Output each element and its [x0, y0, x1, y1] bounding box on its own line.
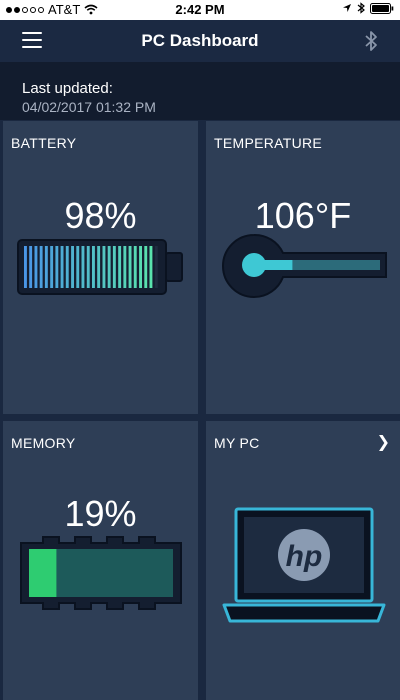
last-updated-value: 04/02/2017 01:32 PM	[22, 99, 156, 115]
battery-bar-segment	[39, 246, 43, 288]
battery-bar-segment	[102, 246, 106, 288]
battery-value: 98%	[64, 195, 137, 236]
battery-bar-segment	[128, 246, 132, 288]
thermometer-gauge-icon	[222, 233, 387, 299]
status-right	[342, 2, 394, 14]
my-pc-label: MY PC	[214, 435, 260, 451]
battery-bar-segment	[24, 246, 27, 288]
temperature-value: 106°F	[254, 195, 352, 236]
battery-bar-segment	[71, 246, 74, 288]
last-updated-panel: Last updated: 04/02/2017 01:32 PM	[0, 62, 400, 120]
hp-logo-text: hp	[286, 540, 323, 573]
battery-bar-segment	[149, 246, 153, 288]
battery-bar-segment	[86, 246, 90, 288]
status-time: 2:42 PM	[175, 2, 225, 17]
battery-gauge-icon	[17, 239, 183, 295]
battery-status-icon	[370, 2, 394, 14]
battery-bar-segment	[60, 246, 64, 288]
location-arrow-icon	[343, 4, 351, 12]
chevron-right-icon[interactable]: ❯	[377, 432, 390, 452]
page-title: PC Dashboard	[141, 31, 259, 50]
battery-bar-segment	[139, 246, 142, 288]
battery-bar-segment	[92, 246, 95, 288]
battery-bar-segment	[44, 246, 48, 288]
battery-bar-segment	[29, 246, 33, 288]
battery-bar-segment	[50, 246, 54, 288]
battery-bar-segment	[55, 246, 59, 288]
my-pc-tile[interactable]: MY PC ❯ hp	[206, 421, 400, 700]
memory-label: MEMORY	[11, 435, 76, 451]
battery-label: BATTERY	[11, 135, 77, 151]
battery-bar-segment	[112, 246, 116, 288]
temperature-tile[interactable]: TEMPERATURE 106°F	[206, 121, 400, 414]
last-updated-label: Last updated:	[22, 80, 113, 97]
battery-bar-segment	[97, 246, 101, 288]
memory-chip-icon	[20, 536, 182, 610]
battery-bar-segment	[144, 246, 148, 288]
battery-tile[interactable]: BATTERY 98%	[3, 121, 198, 414]
bluetooth-icon[interactable]	[364, 30, 378, 52]
battery-bar-segment	[154, 246, 158, 288]
battery-bar-segment	[118, 246, 122, 288]
battery-bar-segment	[123, 246, 127, 288]
laptop-icon: hp	[222, 507, 386, 623]
temperature-label: TEMPERATURE	[214, 135, 323, 151]
battery-bar-segment	[65, 246, 69, 288]
memory-tile[interactable]: MEMORY 19%	[3, 421, 198, 700]
status-bar: AT&T 2:42 PM	[0, 0, 400, 20]
battery-bar-segment	[76, 246, 80, 288]
battery-bar-segment	[133, 246, 137, 288]
battery-bar-segment	[81, 246, 85, 288]
battery-bar-segment	[34, 246, 38, 288]
bluetooth-status-icon	[357, 2, 365, 14]
battery-bar-segment	[107, 246, 111, 288]
navbar: PC Dashboard	[0, 20, 400, 62]
